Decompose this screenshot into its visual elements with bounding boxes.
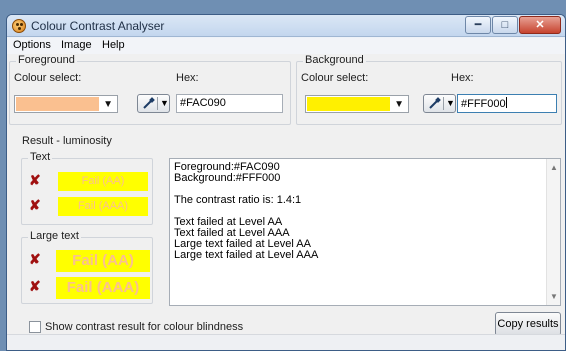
menu-options[interactable]: Options: [13, 39, 51, 51]
fg-hex-label: Hex:: [176, 72, 199, 84]
close-button[interactable]: ✕: [519, 16, 561, 34]
chevron-down-icon: ▼: [394, 99, 404, 110]
text-aaa-result: Fail (AAA): [58, 197, 148, 216]
title-bar[interactable]: Colour Contrast Analyser ━ □ ✕: [7, 15, 565, 37]
chevron-down-icon: ▼: [160, 98, 169, 108]
menu-image[interactable]: Image: [61, 39, 92, 51]
app-icon: [12, 19, 26, 33]
text-result-group: Text ✘ Fail (AA) ✘ Fail (AAA): [21, 151, 153, 225]
minimize-button[interactable]: ━: [465, 16, 491, 34]
detail-line: Large text failed at Level AAA: [174, 249, 319, 261]
menu-help[interactable]: Help: [102, 39, 125, 51]
maximize-icon: □: [501, 19, 509, 31]
copy-results-button[interactable]: Copy results: [495, 312, 561, 336]
chevron-down-icon: ▼: [103, 99, 113, 110]
content-area: Foreground Colour select: Hex: ▼ ▼ #FAC0…: [7, 54, 565, 350]
large-aaa-result: Fail (AAA): [56, 277, 150, 299]
status-bar: [7, 334, 565, 350]
window-title: Colour Contrast Analyser: [31, 19, 165, 33]
fail-x-icon: ✘: [29, 251, 41, 267]
text-aa-result: Fail (AA): [58, 172, 148, 191]
background-group-label: Background: [303, 54, 366, 66]
details-scrollbar[interactable]: ▲ ▼: [546, 159, 560, 305]
minimize-icon: ━: [474, 19, 482, 31]
detail-line: The contrast ratio is: 1.4:1: [174, 194, 302, 206]
results-details-textarea[interactable]: Foreground:#FAC090 Background:#FFF000 Th…: [169, 158, 561, 306]
bg-colour-select-label: Colour select:: [301, 72, 369, 84]
bg-hex-input[interactable]: #FFF000: [457, 94, 557, 113]
eyedropper-icon: [143, 97, 155, 109]
colour-blindness-checkbox[interactable]: [29, 321, 41, 333]
background-group: Background Colour select: Hex: ▼ ▼ #FFF0…: [296, 54, 562, 125]
menu-bar: Options Image Help: [7, 38, 565, 54]
fg-colour-swatch: [16, 97, 99, 111]
foreground-group: Foreground Colour select: Hex: ▼ ▼ #FAC0…: [9, 54, 291, 125]
eyedropper-icon: [429, 97, 441, 109]
fg-colour-select[interactable]: ▼: [14, 95, 118, 113]
bg-eyedropper-button[interactable]: ▼: [423, 94, 456, 113]
maximize-button[interactable]: □: [492, 16, 518, 34]
fg-eyedropper-button[interactable]: ▼: [137, 94, 170, 113]
close-icon: ✕: [535, 19, 545, 31]
main-window: Colour Contrast Analyser ━ □ ✕ Options I…: [6, 14, 566, 351]
scroll-up-icon[interactable]: ▲: [550, 163, 558, 172]
colour-blindness-checkbox-label[interactable]: Show contrast result for colour blindnes…: [45, 321, 243, 333]
detail-line: Background:#FFF000: [174, 172, 281, 184]
fail-x-icon: ✘: [29, 197, 41, 213]
foreground-group-label: Foreground: [16, 54, 77, 66]
fg-hex-input[interactable]: #FAC090: [176, 94, 283, 113]
bg-hex-label: Hex:: [451, 72, 474, 84]
fg-colour-select-label: Colour select:: [14, 72, 82, 84]
results-details: Foreground:#FAC090 Background:#FFF000 Th…: [170, 159, 560, 261]
text-group-label: Text: [28, 151, 53, 163]
large-aa-result: Fail (AA): [56, 250, 150, 272]
result-group-label: Result - luminosity: [20, 135, 114, 147]
chevron-down-icon: ▼: [446, 98, 455, 108]
bg-colour-select[interactable]: ▼: [305, 95, 409, 113]
fail-x-icon: ✘: [29, 278, 41, 294]
large-text-result-group: Large text ✘ Fail (AA) ✘ Fail (AAA): [21, 230, 153, 304]
large-text-group-label: Large text: [28, 230, 81, 242]
bg-colour-swatch: [307, 97, 390, 111]
fail-x-icon: ✘: [29, 172, 41, 188]
scroll-down-icon[interactable]: ▼: [550, 292, 558, 301]
